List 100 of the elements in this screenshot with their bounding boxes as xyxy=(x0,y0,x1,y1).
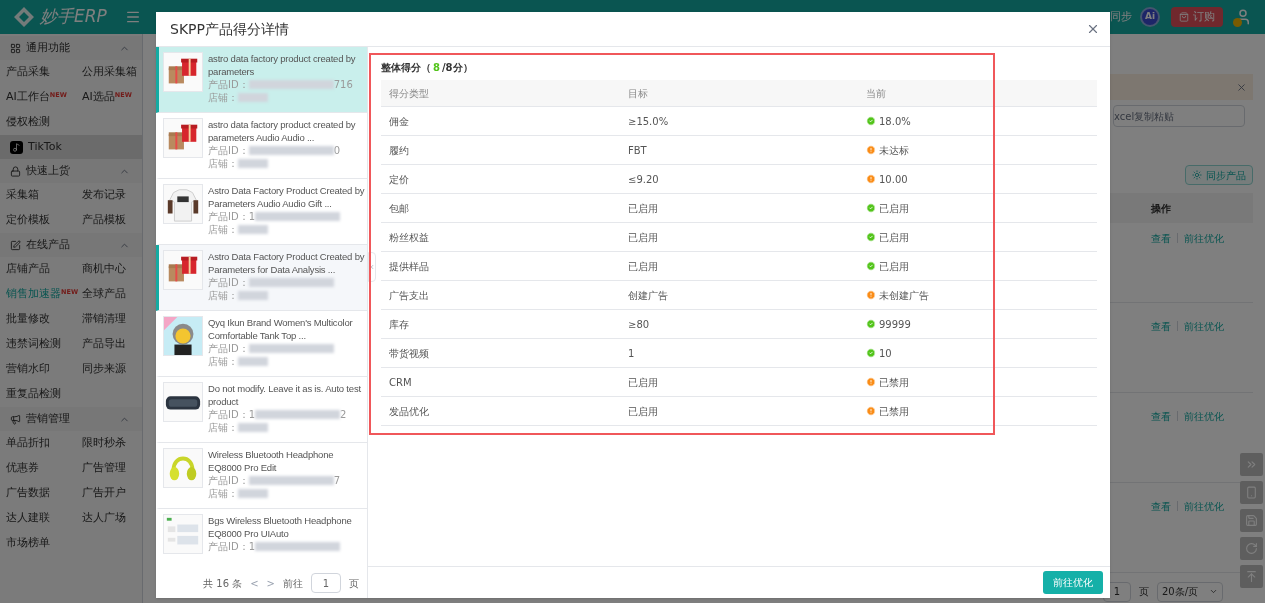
table-cell: 广告支出 xyxy=(389,289,429,301)
optimize-link[interactable]: 前往优化 xyxy=(1184,231,1224,246)
view-link[interactable]: 查看 xyxy=(1151,319,1171,334)
search-field[interactable]: xcel复制粘贴 xyxy=(1113,105,1245,127)
id-label: 产品ID： xyxy=(208,210,249,223)
table-cell: FBT xyxy=(628,144,647,156)
menu-item[interactable]: 重复品检测 xyxy=(6,386,61,403)
menu-item[interactable]: 市场榜单 xyxy=(6,535,50,552)
menu-item[interactable]: 批量修改 xyxy=(6,311,50,328)
view-link[interactable]: 查看 xyxy=(1151,231,1171,246)
view-link[interactable]: 查看 xyxy=(1151,409,1171,424)
platform-label: TikTok xyxy=(28,138,62,155)
table-cell: 发品优化 xyxy=(389,405,429,417)
section-title: 通用功能 xyxy=(26,39,71,56)
menu-item[interactable]: 产品模板 xyxy=(82,212,126,229)
menu-item[interactable]: AI工作台$^{NEW}$ xyxy=(6,89,67,106)
menu-item[interactable]: 采集箱 xyxy=(6,187,39,204)
menu-item[interactable]: 商机中心 xyxy=(82,261,126,278)
menu-item[interactable]: 销售加速器$^{NEW}$ xyxy=(6,286,79,303)
menu-item[interactable]: 单品折扣 xyxy=(6,435,50,452)
menu-item[interactable]: 违禁词检测 xyxy=(6,336,61,353)
id-value: 2 xyxy=(340,408,347,421)
menu-item[interactable]: 全球产品 xyxy=(82,286,126,303)
section-header[interactable]: 快速上货 xyxy=(0,159,142,183)
table-cell: 创建广告 xyxy=(628,289,668,301)
ai-button[interactable]: Ai xyxy=(1140,7,1160,27)
menu-item[interactable]: 发布记录 xyxy=(82,187,126,204)
shop-label: 店铺： xyxy=(208,223,238,236)
menu-item[interactable]: AI选品$^{NEW}$ xyxy=(82,89,132,106)
table-cell-text: 已禁用 xyxy=(879,404,909,419)
menu-item[interactable]: 产品采集 xyxy=(6,64,50,81)
menu-item[interactable]: 营销水印 xyxy=(6,361,50,378)
section-title: 快速上货 xyxy=(26,162,71,179)
menu-item[interactable]: 滞销清理 xyxy=(82,311,126,328)
table-cell-text: 已启用 xyxy=(879,230,909,245)
menu-item[interactable]: 店铺产品 xyxy=(6,261,50,278)
menu-item[interactable]: 广告开户 xyxy=(82,485,126,502)
dialog-title: SKPP产品得分详情 xyxy=(170,19,290,39)
score-label: 整体得分（ xyxy=(381,61,431,75)
menu-item[interactable]: 侵权检测 xyxy=(6,114,50,131)
platform-item[interactable]: TikTok xyxy=(0,135,142,159)
product-item[interactable]: Astro Data Factory Product Created by Parameters Audio Audio Gift ... 产品ID：1 店铺： xyxy=(156,179,367,245)
score-total: /8分） xyxy=(441,61,473,75)
optimize-link[interactable]: 前往优化 xyxy=(1184,409,1224,424)
score-value: 8 xyxy=(433,61,440,75)
page-size-select[interactable]: 20条/页 xyxy=(1157,581,1223,602)
id-label: 产品ID： xyxy=(208,342,249,355)
product-item[interactable]: Astro Data Factory Product Created by Parameters for Data Analysis ... 产品ID： 店铺： xyxy=(156,245,367,311)
buy-button[interactable]: 订购 xyxy=(1171,7,1223,27)
id-label: 产品ID： xyxy=(208,540,249,553)
section-title: 在线产品 xyxy=(26,236,71,253)
table-cell: 已启用 xyxy=(628,376,658,388)
id-value: 7 xyxy=(333,474,341,487)
menu-item[interactable]: 达人建联 xyxy=(6,510,50,527)
id-label: 产品ID： xyxy=(208,78,249,91)
optimize-link[interactable]: 前往优化 xyxy=(1184,319,1224,334)
column-header: 得分类型 xyxy=(389,87,429,99)
product-title: Qyq Ikun Brand Women's Multicolor Comfortable Tank Top ... xyxy=(208,316,354,342)
product-item[interactable]: astro data factory product created by parameters Audio Audio ... 产品ID： 0 店铺： xyxy=(156,113,367,179)
menu-item[interactable]: 广告数据 xyxy=(6,485,50,502)
id-label: 产品ID： xyxy=(208,144,249,157)
menu-item[interactable]: 定价模板 xyxy=(6,212,50,229)
table-cell: 已启用 xyxy=(628,405,658,417)
menu-item[interactable]: 达人广场 xyxy=(82,510,126,527)
table-cell: 履约 xyxy=(389,144,409,156)
table-cell: 已启用 xyxy=(628,231,658,243)
id-value: 0 xyxy=(333,144,341,157)
next-page-button[interactable]: > xyxy=(266,575,275,591)
view-link[interactable]: 查看 xyxy=(1151,499,1171,514)
product-item[interactable]: astro data factory product created by parameters 产品ID： 716 店铺： xyxy=(156,47,367,113)
page-field[interactable]: 1 xyxy=(311,573,341,593)
section-header[interactable]: 在线产品 xyxy=(0,233,142,257)
menu-item[interactable]: 同步来源 xyxy=(82,361,126,378)
table-cell-text: 99999 xyxy=(879,317,911,332)
product-item[interactable]: Do not modify. Leave it as is. Auto test product 产品ID：1 2 店铺： xyxy=(156,377,367,443)
id-label: 产品ID： xyxy=(208,276,249,289)
id-label: 产品ID： xyxy=(208,408,249,421)
menu-item[interactable]: 产品导出 xyxy=(82,336,126,353)
shop-label: 店铺： xyxy=(208,91,238,104)
shop-label: 店铺： xyxy=(208,487,238,500)
product-title: astro data factory product created by parameters xyxy=(208,52,357,78)
product-item[interactable]: Qyq Ikun Brand Women's Multicolor Comfortable Tank Top ... 产品ID： 店铺： xyxy=(156,311,367,377)
section-header[interactable]: 通用功能 xyxy=(0,36,142,60)
section-header[interactable]: 营销管理 xyxy=(0,407,142,431)
total-count: 共 16 条 xyxy=(203,576,243,591)
product-title: Wireless Bluetooth Headphone EQ8000 Pro Edit xyxy=(208,448,335,474)
sync-link[interactable]: 同步 xyxy=(1110,8,1132,26)
product-item[interactable]: Wireless Bluetooth Headphone EQ8000 Pro Edit 产品ID： 7 店铺： xyxy=(156,443,367,509)
menu-item[interactable]: 广告管理 xyxy=(82,460,126,477)
menu-item[interactable]: 限时秒杀 xyxy=(82,435,126,452)
product-title: Bgs Wireless Bluetooth Headphone EQ8000 Pro UIAuto xyxy=(208,514,353,540)
optimize-link[interactable]: 前往优化 xyxy=(1184,499,1224,514)
menu-item[interactable]: 公用采集箱 xyxy=(82,64,137,81)
id-label: 产品ID： xyxy=(208,474,249,487)
page-unit: 页 xyxy=(349,576,359,591)
menu-item[interactable]: 优惠券 xyxy=(6,460,39,477)
prev-page-button[interactable]: < xyxy=(250,575,259,591)
sync-products-button[interactable]: 同步产品 xyxy=(1185,165,1253,185)
optimize-button[interactable]: 前往优化 xyxy=(1043,571,1103,594)
shop-label: 店铺： xyxy=(208,355,238,368)
